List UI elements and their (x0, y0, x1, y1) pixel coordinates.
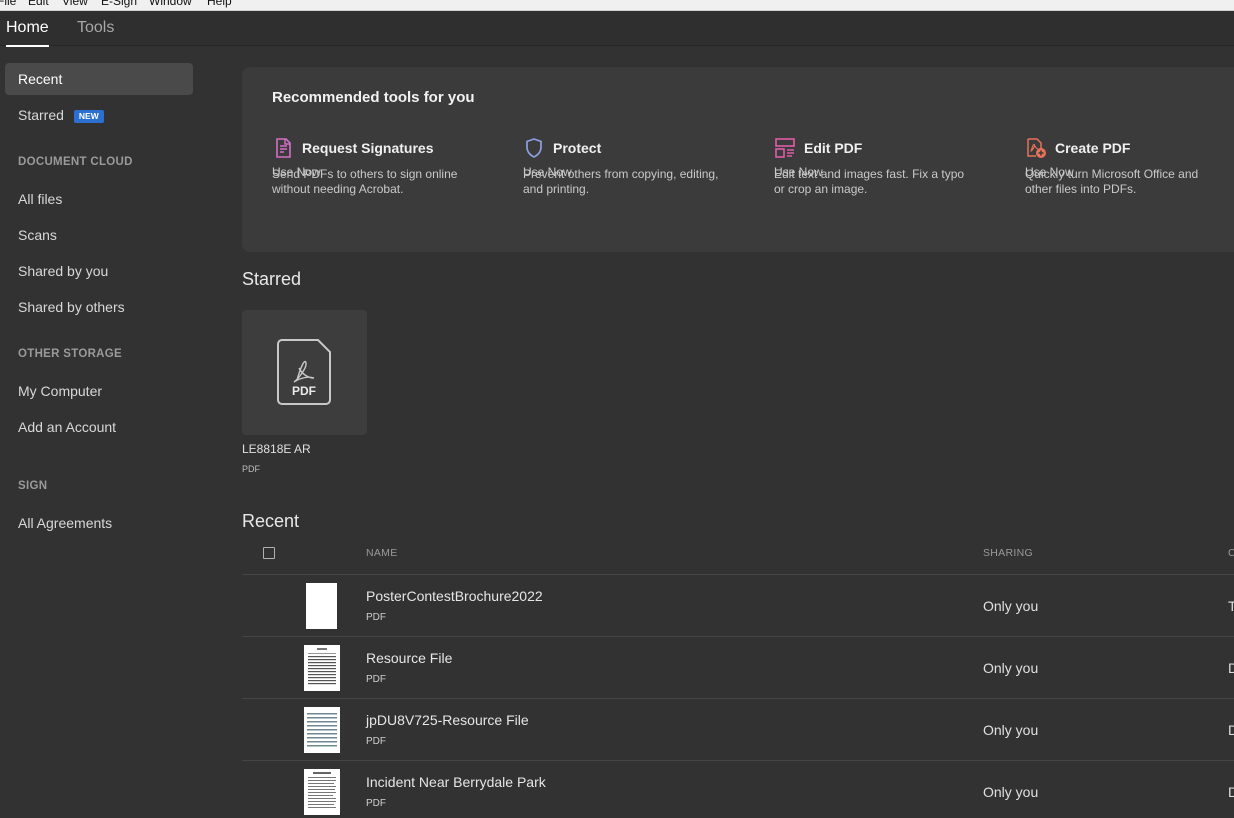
sidebar-item-label: Shared by you (18, 263, 109, 279)
file-type: PDF (366, 612, 386, 623)
sharing-status: Only you (983, 784, 1039, 800)
recommended-tools-title: Recommended tools for you (272, 89, 475, 106)
file-name: PosterContestBrochure2022 (366, 588, 543, 604)
file-thumbnail (304, 707, 340, 753)
tab-tools[interactable]: Tools (77, 11, 114, 46)
use-now-edit-pdf[interactable]: Use Now (774, 165, 823, 179)
request-signatures-icon (276, 138, 291, 158)
sidebar-item-all-files[interactable]: All files (5, 183, 193, 215)
tool-name: Protect (553, 140, 602, 156)
sidebar-item-shared-by-you[interactable]: Shared by you (5, 255, 193, 287)
recommended-tools-card: Recommended tools for you Request Signat… (242, 67, 1234, 252)
file-name: jpDU8V725-Resource File (366, 712, 529, 728)
file-type: PDF (366, 736, 386, 747)
menu-edit[interactable]: Edit (28, 0, 49, 8)
table-row[interactable]: Incident Near Berrydale Park PDF Only yo… (242, 761, 1234, 818)
column-c-value: D (1228, 722, 1234, 738)
menu-esign[interactable]: E-Sign (101, 0, 137, 8)
menu-bar: File Edit View E-Sign Window Help (0, 0, 1234, 11)
sidebar-item-label: My Computer (18, 383, 103, 399)
pdf-thumb-label: PDF (292, 384, 316, 398)
column-header-sharing[interactable]: SHARING (983, 547, 1033, 559)
recent-table-header: NAME SHARING C (242, 533, 1234, 575)
main-content: Recommended tools for you Request Signat… (242, 47, 1234, 818)
sidebar-item-starred[interactable]: Starred NEW (5, 99, 193, 131)
tab-home[interactable]: Home (6, 11, 49, 47)
file-name: Incident Near Berrydale Park (366, 774, 546, 790)
new-badge: NEW (73, 110, 104, 123)
tool-name: Create PDF (1055, 140, 1131, 156)
sidebar-item-my-computer[interactable]: My Computer (5, 375, 193, 407)
select-all-checkbox[interactable] (263, 547, 275, 559)
shield-icon (526, 138, 542, 158)
file-type: PDF (366, 674, 386, 685)
file-thumbnail (306, 583, 337, 629)
table-row[interactable]: jpDU8V725-Resource File PDF Only you D (242, 699, 1234, 761)
column-c-value: D (1228, 784, 1234, 800)
file-name: Resource File (366, 650, 453, 666)
sidebar-item-all-agreements[interactable]: All Agreements (5, 507, 193, 539)
menu-help[interactable]: Help (207, 0, 232, 8)
recent-section-title: Recent (242, 511, 300, 531)
top-tab-bar: Home Tools (0, 11, 1234, 47)
file-thumbnail (304, 769, 340, 815)
sidebar-item-label: All files (18, 191, 63, 207)
sidebar-item-label: Scans (18, 227, 57, 243)
starred-file-type: PDF (242, 464, 260, 474)
use-now-request-signatures[interactable]: Use Now (272, 165, 321, 179)
pdf-file-icon (277, 339, 331, 405)
starred-section-title: Starred (242, 269, 302, 289)
sharing-status: Only you (983, 598, 1039, 614)
table-row[interactable]: PosterContestBrochure2022 PDF Only you T (242, 575, 1234, 637)
use-now-create-pdf[interactable]: Use Now (1025, 165, 1074, 179)
sign-heading: SIGN (18, 480, 48, 492)
create-pdf-icon (1027, 138, 1046, 158)
edit-pdf-icon (775, 138, 795, 158)
sidebar-item-label: Starred (18, 107, 64, 123)
starred-file-thumbnail[interactable]: PDF (242, 310, 367, 435)
tool-name: Edit PDF (804, 140, 863, 156)
sharing-status: Only you (983, 722, 1039, 738)
document-cloud-heading: DOCUMENT CLOUD (18, 156, 133, 168)
sidebar-item-label: Shared by others (18, 299, 125, 315)
sidebar-item-recent[interactable]: Recent (5, 63, 193, 95)
column-c-value: D (1228, 660, 1234, 676)
file-type: PDF (366, 798, 386, 809)
other-storage-heading: OTHER STORAGE (18, 348, 123, 360)
menu-window[interactable]: Window (149, 0, 192, 8)
menu-file[interactable]: File (0, 0, 16, 8)
sidebar-item-label: All Agreements (18, 515, 113, 531)
sidebar-item-add-account[interactable]: Add an Account (5, 411, 193, 443)
menu-view[interactable]: View (62, 0, 88, 8)
starred-file-name[interactable]: LE8818E AR (242, 442, 311, 456)
sidebar-item-shared-by-others[interactable]: Shared by others (5, 291, 193, 323)
file-thumbnail (304, 645, 340, 691)
column-header-name[interactable]: NAME (366, 547, 398, 559)
sharing-status: Only you (983, 660, 1039, 676)
table-row[interactable]: Resource File PDF Only you D (242, 637, 1234, 699)
column-header-extra[interactable]: C (1228, 547, 1234, 559)
sidebar-item-label: Add an Account (18, 419, 117, 435)
sidebar: Recent Starred NEW DOCUMENT CLOUD All fil… (0, 47, 200, 818)
use-now-protect[interactable]: Use Now (523, 165, 572, 179)
sidebar-item-scans[interactable]: Scans (5, 219, 193, 251)
tool-name: Request Signatures (302, 140, 434, 156)
column-c-value: T (1228, 598, 1234, 614)
sidebar-item-label: Recent (18, 71, 63, 87)
